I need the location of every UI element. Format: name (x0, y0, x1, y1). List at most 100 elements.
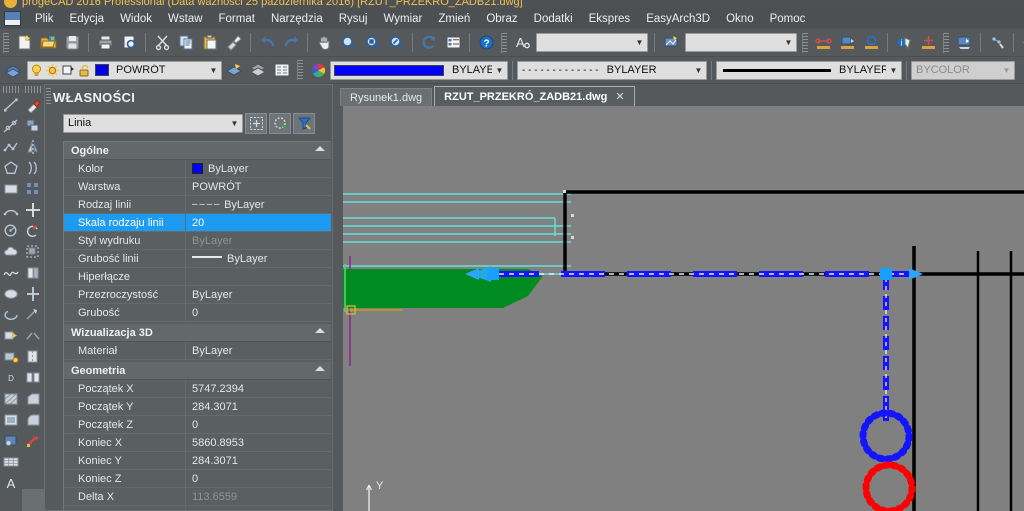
offset-icon[interactable] (23, 157, 44, 178)
copy-object-icon[interactable] (23, 115, 44, 136)
redo-icon[interactable] (280, 32, 302, 54)
new-file-icon[interactable] (13, 32, 35, 54)
section-header-wizualizacja-3d[interactable]: Wizualizacja 3D (64, 324, 331, 342)
palette-grip[interactable] (46, 88, 51, 104)
property-value[interactable]: ByLayer (186, 286, 331, 303)
table-icon[interactable] (1, 451, 22, 472)
quick-select-icon[interactable] (245, 112, 267, 134)
property-row-poczatek-z[interactable]: Początek Z 0 (64, 416, 331, 434)
copy-icon[interactable] (175, 32, 197, 54)
toolbar-grip[interactable] (297, 60, 303, 80)
menu-item-easyarch3d[interactable]: EasyArch3D (638, 11, 718, 27)
block-icon[interactable] (836, 32, 858, 54)
menu-item-zmien[interactable]: Zmień (430, 11, 478, 27)
scale-icon[interactable] (23, 241, 44, 262)
color-wheel-icon[interactable] (307, 59, 329, 81)
menu-item-format[interactable]: Format (211, 11, 263, 27)
layer-previous-icon[interactable] (223, 59, 245, 81)
polygon-icon[interactable] (1, 157, 22, 178)
export-icon[interactable] (953, 32, 975, 54)
text-style-icon[interactable]: A (511, 32, 533, 54)
select-objects-icon[interactable] (269, 112, 291, 134)
chevron-down-icon[interactable]: ▼ (886, 62, 901, 79)
chevron-down-icon[interactable]: ▼ (999, 62, 1014, 79)
chevron-down-icon[interactable]: ▼ (227, 115, 242, 132)
multiline-text-icon[interactable]: A (1, 472, 22, 493)
erase-icon[interactable] (23, 94, 44, 115)
toolbar-grip[interactable] (802, 32, 808, 53)
property-value[interactable]: 284.3071 (186, 452, 331, 469)
circle-select-icon[interactable] (860, 32, 882, 54)
object-type-combobox[interactable]: Linia ▼ (63, 113, 243, 133)
dim-style-combobox[interactable]: ▼ (685, 33, 797, 52)
sun-freeze-icon[interactable] (45, 63, 60, 78)
help-icon[interactable]: ? (475, 32, 497, 54)
cad-drawing[interactable] (343, 106, 1024, 511)
property-row-delta-x[interactable]: Delta X 113.6559 (64, 488, 331, 506)
toolbar-grip[interactable] (501, 32, 507, 53)
open-file-icon[interactable] (37, 32, 59, 54)
abc-arc-text-icon[interactable]: ABC (1019, 32, 1024, 54)
print-preview-icon[interactable] (118, 32, 140, 54)
menu-item-obraz[interactable]: Obraz (478, 11, 525, 27)
ellipse-arc-icon[interactable] (1, 304, 22, 325)
property-value[interactable]: ByLayer (186, 342, 331, 359)
rectangle-icon[interactable] (1, 178, 22, 199)
section-header-ogolne[interactable]: Ogólne (64, 142, 331, 160)
property-value[interactable]: POWRÓT (186, 178, 331, 195)
chevron-down-icon[interactable]: ▼ (492, 62, 507, 79)
quick-select-funnel-icon[interactable] (293, 112, 315, 134)
property-row-poczatek-y[interactable]: Początek Y 284.3071 (64, 398, 331, 416)
property-row-przezroczystosc[interactable]: Przezroczystość ByLayer (64, 286, 331, 304)
lineweight-combobox[interactable]: BYLAYER ▼ (716, 60, 902, 80)
drawing-canvas[interactable]: Y (343, 106, 1024, 511)
menu-item-ekspres[interactable]: Ekspres (581, 11, 639, 27)
property-row-koniec-x[interactable]: Koniec X 5860.8953 (64, 434, 331, 452)
layer-combobox[interactable]: POWRÓT ▼ (27, 60, 222, 80)
insert-block-icon[interactable] (1, 325, 22, 346)
join-icon[interactable] (23, 367, 44, 388)
property-row-poczatek-x[interactable]: Początek X 5747.2394 (64, 380, 331, 398)
pan-icon[interactable] (313, 32, 335, 54)
property-row-grubosc[interactable]: Grubość 0 (64, 304, 331, 322)
text-style-combobox[interactable]: ▼ (536, 33, 648, 52)
menu-item-dodatki[interactable]: Dodatki (526, 11, 581, 27)
property-value[interactable]: 0 (186, 416, 331, 433)
document-tab-rysunek1[interactable]: Rysunek1.dwg (340, 88, 433, 106)
property-value[interactable]: – – – – ByLayer (186, 196, 331, 213)
property-value[interactable]: 284.3071 (186, 398, 331, 415)
chevron-up-icon[interactable] (315, 146, 325, 151)
property-value[interactable]: 0 (186, 304, 331, 321)
property-value[interactable]: 5747.2394 (186, 380, 331, 397)
chevron-down-icon[interactable]: ▼ (206, 62, 221, 79)
property-value[interactable]: ByLayer (186, 250, 331, 267)
layer-match-icon[interactable] (247, 59, 269, 81)
layers-stack-icon[interactable] (2, 59, 24, 81)
line-icon[interactable] (1, 94, 22, 115)
toolbar-grip[interactable] (3, 32, 9, 53)
hatch-icon[interactable] (1, 388, 22, 409)
spline-icon[interactable] (1, 262, 22, 283)
chevron-down-icon[interactable]: ▼ (632, 34, 647, 51)
chevron-up-icon[interactable] (315, 366, 325, 371)
properties-list-icon[interactable] (442, 32, 464, 54)
property-row-delta-y[interactable]: Delta Y 0 (64, 506, 331, 510)
match-properties-icon[interactable] (223, 32, 245, 54)
dim-style-icon[interactable] (660, 32, 682, 54)
array-icon[interactable] (23, 178, 44, 199)
menu-item-okno[interactable]: Okno (718, 11, 762, 27)
circle-icon[interactable] (1, 220, 22, 241)
section-header-geometria[interactable]: Geometria (64, 362, 331, 380)
toolbar-grip[interactable] (3, 86, 19, 93)
property-row-koniec-z[interactable]: Koniec Z 0 (64, 470, 331, 488)
property-row-warstwa[interactable]: Warstwa POWRÓT (64, 178, 331, 196)
trim-icon[interactable] (23, 283, 44, 304)
property-row-kolor[interactable]: Kolor ByLayer (64, 160, 331, 178)
info-block-icon[interactable]: i (893, 32, 915, 54)
property-value[interactable]: 20 (186, 214, 331, 231)
menu-item-edycja[interactable]: Edycja (62, 11, 113, 27)
undo-icon[interactable] (256, 32, 278, 54)
menu-item-wymiar[interactable]: Wymiar (375, 11, 430, 27)
polyline-icon[interactable] (1, 136, 22, 157)
ellipse-icon[interactable] (1, 283, 22, 304)
